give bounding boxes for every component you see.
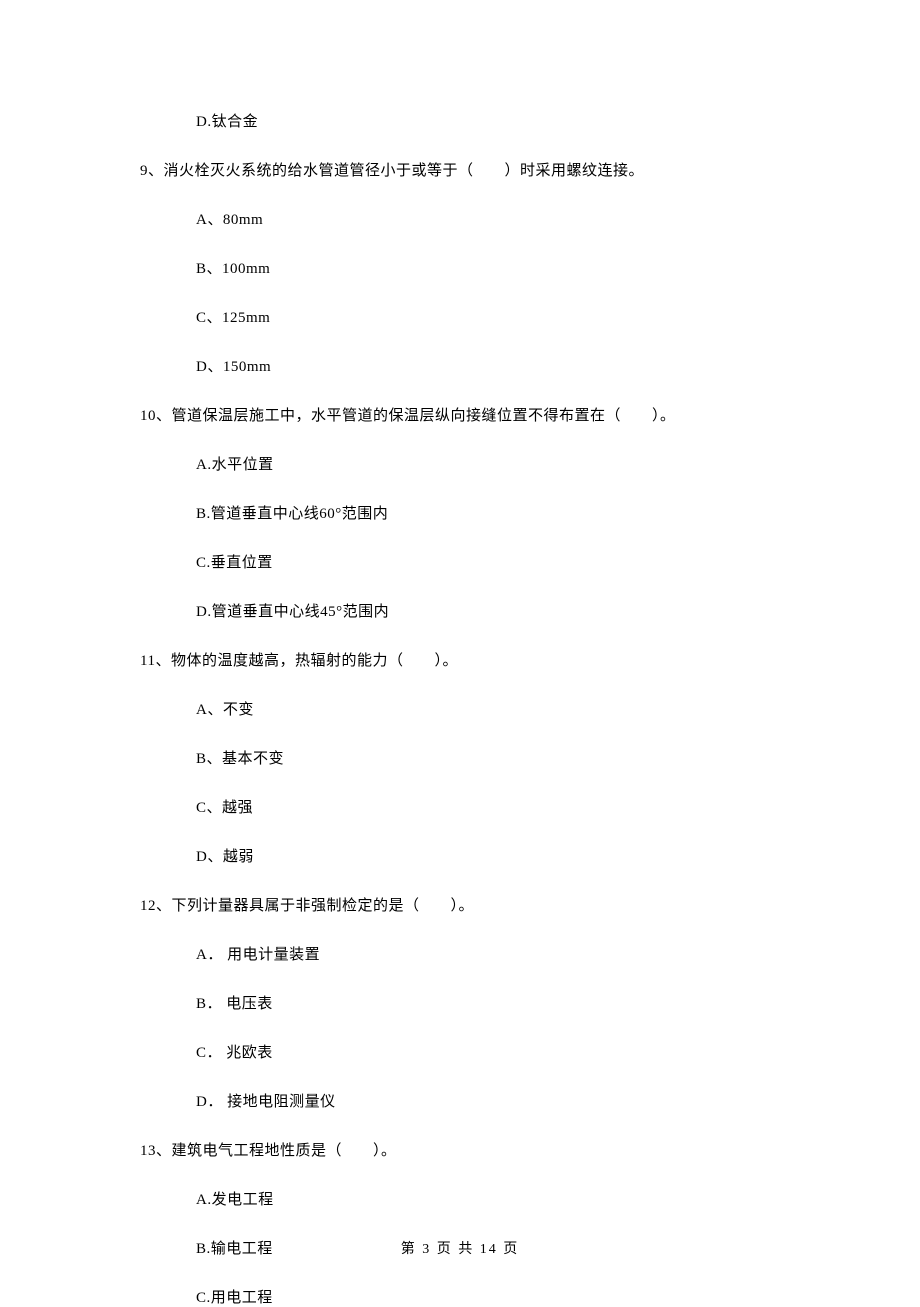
question-text: 13、建筑电气工程地性质是（ ）。	[140, 1139, 780, 1160]
option-text: C.用电工程	[196, 1286, 780, 1307]
option-text: B． 电压表	[196, 992, 780, 1013]
option-text: D、越弱	[196, 845, 780, 866]
option-text: D、150mm	[196, 355, 780, 376]
option-text: A.水平位置	[196, 453, 780, 474]
option-text: D.管道垂直中心线45°范围内	[196, 600, 780, 621]
option-text: C． 兆欧表	[196, 1041, 780, 1062]
option-text: B、基本不变	[196, 747, 780, 768]
page-footer: 第 3 页 共 14 页	[0, 1238, 920, 1258]
option-text: C、越强	[196, 796, 780, 817]
option-text: C、125mm	[196, 306, 780, 327]
option-text: A.发电工程	[196, 1188, 780, 1209]
page-content: D.钛合金 9、消火栓灭火系统的给水管道管径小于或等于（ ）时采用螺纹连接。 A…	[0, 0, 920, 1307]
question-text: 9、消火栓灭火系统的给水管道管径小于或等于（ ）时采用螺纹连接。	[140, 159, 780, 180]
question-text: 10、管道保温层施工中，水平管道的保温层纵向接缝位置不得布置在（ ）。	[140, 404, 780, 425]
option-text: B、100mm	[196, 257, 780, 278]
option-text: C.垂直位置	[196, 551, 780, 572]
option-text: D． 接地电阻测量仪	[196, 1090, 780, 1111]
option-text: A． 用电计量装置	[196, 943, 780, 964]
option-text: A、80mm	[196, 208, 780, 229]
option-text: B.管道垂直中心线60°范围内	[196, 502, 780, 523]
option-text: A、不变	[196, 698, 780, 719]
question-text: 12、下列计量器具属于非强制检定的是（ ）。	[140, 894, 780, 915]
question-text: 11、物体的温度越高，热辐射的能力（ ）。	[140, 649, 780, 670]
option-text: D.钛合金	[196, 110, 780, 131]
